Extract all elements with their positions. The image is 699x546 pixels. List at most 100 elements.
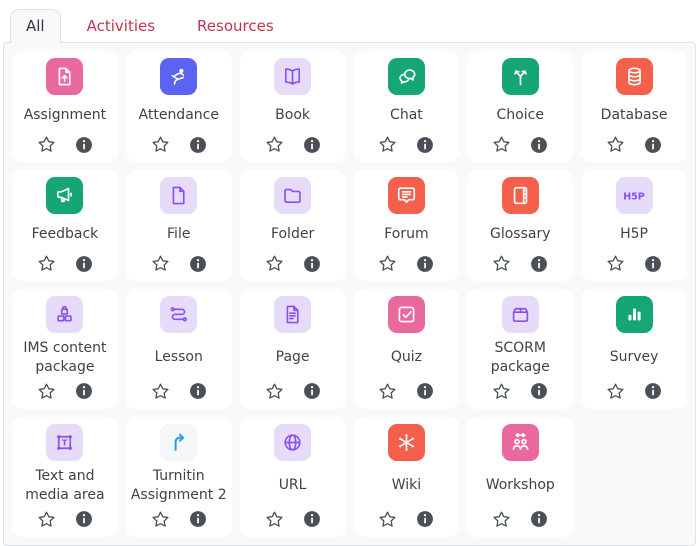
info-icon[interactable] — [529, 381, 549, 401]
module-card-page[interactable]: Page — [240, 289, 346, 409]
favourite-star-icon[interactable] — [377, 509, 398, 530]
module-card-wiki[interactable]: Wiki — [354, 417, 460, 537]
info-icon[interactable] — [529, 135, 549, 155]
info-icon[interactable] — [302, 135, 322, 155]
favourite-star-icon[interactable] — [491, 381, 512, 402]
chooser-panel: Assignment Attendance Book — [3, 42, 696, 546]
favourite-star-icon[interactable] — [491, 509, 512, 530]
favourite-star-icon[interactable] — [150, 509, 171, 530]
module-card-choice[interactable]: Choice — [467, 51, 573, 162]
module-card-ims-content-package[interactable]: IMS content package — [12, 289, 118, 409]
favourite-star-icon[interactable] — [377, 134, 398, 155]
assignment-icon — [46, 58, 83, 95]
info-icon[interactable] — [643, 135, 663, 155]
info-icon[interactable] — [74, 254, 94, 274]
module-card-forum[interactable]: Forum — [354, 170, 460, 281]
info-icon[interactable] — [188, 135, 208, 155]
info-icon[interactable] — [302, 254, 322, 274]
info-icon[interactable] — [74, 381, 94, 401]
module-card-book[interactable]: Book — [240, 51, 346, 162]
favourite-star-icon[interactable] — [150, 381, 171, 402]
info-icon[interactable] — [415, 135, 435, 155]
page-icon — [274, 296, 311, 333]
svg-text:H5P: H5P — [623, 191, 645, 202]
module-label: Lesson — [155, 339, 203, 377]
module-card-glossary[interactable]: Glossary — [467, 170, 573, 281]
card-actions — [150, 134, 208, 155]
module-label: Text and media area — [16, 467, 114, 505]
card-actions — [491, 253, 549, 274]
module-label: Glossary — [490, 220, 551, 249]
card-actions — [264, 509, 322, 530]
favourite-star-icon[interactable] — [491, 253, 512, 274]
module-card-workshop[interactable]: Workshop — [467, 417, 573, 537]
module-card-scorm-package[interactable]: SCORM package — [467, 289, 573, 409]
card-actions — [264, 134, 322, 155]
module-card-folder[interactable]: Folder — [240, 170, 346, 281]
info-icon[interactable] — [415, 509, 435, 529]
module-card-assignment[interactable]: Assignment — [12, 51, 118, 162]
info-icon[interactable] — [188, 381, 208, 401]
favourite-star-icon[interactable] — [36, 381, 57, 402]
favourite-star-icon[interactable] — [150, 253, 171, 274]
card-actions — [377, 134, 435, 155]
favourite-star-icon[interactable] — [264, 134, 285, 155]
favourite-star-icon[interactable] — [264, 381, 285, 402]
scorm-package-icon — [502, 296, 539, 333]
module-card-quiz[interactable]: Quiz — [354, 289, 460, 409]
info-icon[interactable] — [74, 135, 94, 155]
module-label: Turnitin Assignment 2 — [130, 467, 228, 505]
module-card-survey[interactable]: Survey — [581, 289, 687, 409]
favourite-star-icon[interactable] — [605, 253, 626, 274]
favourite-star-icon[interactable] — [377, 253, 398, 274]
info-icon[interactable] — [415, 381, 435, 401]
info-icon[interactable] — [188, 509, 208, 529]
chat-icon — [388, 58, 425, 95]
favourite-star-icon[interactable] — [150, 134, 171, 155]
info-icon[interactable] — [643, 254, 663, 274]
tab-all[interactable]: All — [10, 9, 61, 43]
info-icon[interactable] — [302, 381, 322, 401]
info-icon[interactable] — [74, 509, 94, 529]
info-icon[interactable] — [643, 381, 663, 401]
card-actions — [150, 509, 208, 530]
favourite-star-icon[interactable] — [36, 134, 57, 155]
module-card-url[interactable]: URL — [240, 417, 346, 537]
info-icon[interactable] — [415, 254, 435, 274]
module-card-database[interactable]: Database — [581, 51, 687, 162]
tab-resources[interactable]: Resources — [181, 9, 290, 43]
info-icon[interactable] — [529, 509, 549, 529]
module-label: Workshop — [486, 467, 555, 505]
favourite-star-icon[interactable] — [377, 381, 398, 402]
module-card-feedback[interactable]: Feedback — [12, 170, 118, 281]
favourite-star-icon[interactable] — [264, 253, 285, 274]
module-card-lesson[interactable]: Lesson — [126, 289, 232, 409]
url-icon — [274, 424, 311, 461]
card-actions — [36, 509, 94, 530]
info-icon[interactable] — [302, 509, 322, 529]
module-card-file[interactable]: File — [126, 170, 232, 281]
module-card-attendance[interactable]: Attendance — [126, 51, 232, 162]
activity-chooser: All Activities Resources Assignment Atte… — [0, 0, 699, 546]
module-label: URL — [279, 467, 307, 505]
module-card-h5p[interactable]: H5P H5P — [581, 170, 687, 281]
info-icon[interactable] — [529, 254, 549, 274]
feedback-icon — [46, 177, 83, 214]
module-card-turnitin-assignment-2[interactable]: Turnitin Assignment 2 — [126, 417, 232, 537]
module-label: Chat — [390, 101, 423, 130]
module-label: Book — [275, 101, 310, 130]
favourite-star-icon[interactable] — [491, 134, 512, 155]
module-label: Page — [276, 339, 310, 377]
favourite-star-icon[interactable] — [605, 381, 626, 402]
tab-activities[interactable]: Activities — [71, 9, 171, 43]
favourite-star-icon[interactable] — [605, 134, 626, 155]
favourite-star-icon[interactable] — [36, 253, 57, 274]
module-label: Attendance — [139, 101, 219, 130]
module-card-text-and-media-area[interactable]: T Text and media area — [12, 417, 118, 537]
module-label: File — [167, 220, 190, 249]
card-actions — [491, 134, 549, 155]
favourite-star-icon[interactable] — [36, 509, 57, 530]
module-card-chat[interactable]: Chat — [354, 51, 460, 162]
favourite-star-icon[interactable] — [264, 509, 285, 530]
info-icon[interactable] — [188, 254, 208, 274]
